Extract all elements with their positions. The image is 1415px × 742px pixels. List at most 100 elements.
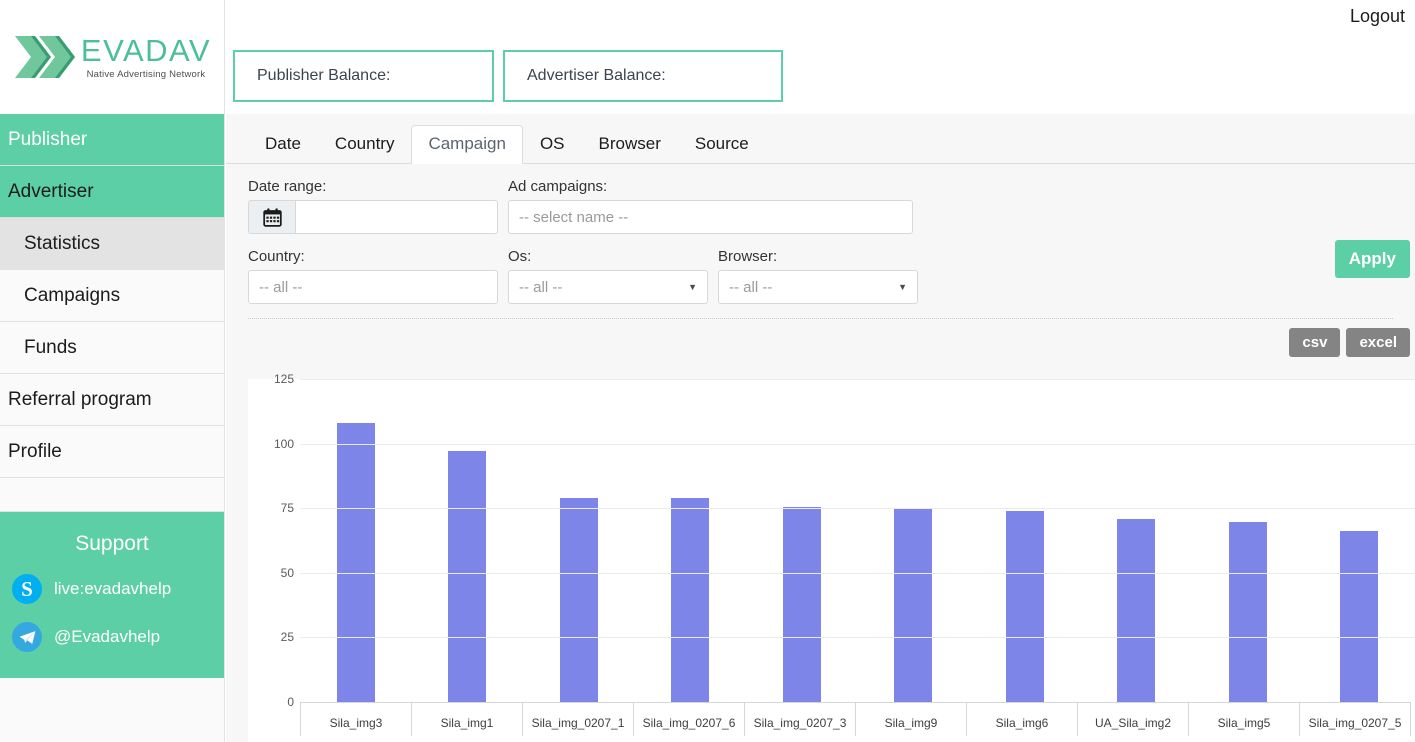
sidebar-item-profile[interactable]: Profile: [0, 426, 224, 478]
date-range-label: Date range:: [248, 178, 327, 195]
chart-x-tick: Sila_img_0207_5: [1299, 702, 1411, 736]
support-panel: Support S live:evadavhelp @Evadavhelp: [0, 512, 224, 678]
chart-x-tick: Sila_img1: [411, 702, 522, 736]
chart-bar-cell: [300, 379, 412, 702]
chart-bar-cell: [858, 379, 970, 702]
chart-x-axis: Sila_img3 Sila_img1 Sila_img_0207_1 Sila_im…: [300, 702, 1411, 736]
chevron-logo-icon: [13, 30, 75, 84]
sidebar-item-advertiser[interactable]: Advertiser: [0, 166, 224, 218]
publisher-balance-box[interactable]: Publisher Balance:: [233, 50, 494, 102]
country-group: Country: -- all --: [248, 248, 498, 304]
country-value: -- all --: [259, 278, 303, 296]
statistics-tabs: Date Country Campaign OS Browser Source: [226, 114, 1415, 164]
ad-campaigns-label: Ad campaigns:: [508, 178, 608, 195]
os-select[interactable]: -- all -- ▼: [508, 270, 708, 304]
chevron-down-icon: ▼: [688, 282, 697, 292]
browser-group: Browser: -- all -- ▼: [718, 248, 918, 304]
chart-bar-cell: [412, 379, 524, 702]
logout-link[interactable]: Logout: [1350, 6, 1405, 27]
chart-y-tick: 25: [280, 630, 294, 645]
sidebar-item-publisher[interactable]: Publisher: [0, 114, 224, 166]
chart-bar-cell: [635, 379, 747, 702]
support-telegram-label: @Evadavhelp: [54, 627, 161, 646]
support-telegram-row[interactable]: @Evadavhelp: [0, 622, 224, 652]
chart-bar[interactable]: [1228, 522, 1267, 702]
browser-select[interactable]: -- all -- ▼: [718, 270, 918, 304]
chart-gridline: [300, 379, 1415, 380]
chart-x-tick: Sila_img6: [966, 702, 1077, 736]
chart-bar-cell: [746, 379, 858, 702]
chart-bar[interactable]: [1340, 531, 1379, 702]
chart-gridline: [300, 637, 1415, 639]
ad-campaigns-select[interactable]: -- select name --: [508, 200, 913, 234]
tab-os[interactable]: OS: [523, 125, 582, 164]
chart-bar[interactable]: [782, 506, 821, 702]
chart-gridline: [300, 508, 1415, 510]
campaign-bar-chart: 0 25 50 75 100 125 Sila_img3 Sila_img1 Sila_img…: [248, 372, 1415, 742]
chart-y-axis: 0 25 50 75 100 125: [248, 372, 294, 742]
chart-y-tick: 125: [273, 372, 294, 386]
ad-campaigns-value: -- select name --: [519, 208, 629, 226]
date-range-group: Date range:: [248, 178, 498, 234]
chart-x-tick: Sila_img3: [300, 702, 411, 736]
apply-button[interactable]: Apply: [1334, 240, 1410, 278]
export-buttons: csv excel: [226, 319, 1415, 357]
chevron-down-icon: ▼: [898, 282, 907, 292]
sidebar: EVADAV Native Advertising Network Publis…: [0, 0, 225, 742]
chart-y-tick: 50: [280, 565, 294, 580]
skype-icon: S: [12, 574, 42, 604]
chart-bars: [300, 379, 1415, 702]
support-skype-row[interactable]: S live:evadavhelp: [0, 574, 224, 604]
brand-logo[interactable]: EVADAV Native Advertising Network: [0, 0, 224, 114]
filters-form: Date range: Ad campaigns: -- select name…: [226, 164, 1415, 304]
tab-campaign[interactable]: Campaign: [411, 125, 523, 164]
chart-bar[interactable]: [336, 422, 375, 702]
chart-bar[interactable]: [1005, 510, 1044, 702]
chart-y-tick: 75: [280, 501, 294, 516]
chart-x-tick: UA_Sila_img2: [1077, 702, 1188, 736]
brand-tagline: Native Advertising Network: [86, 68, 206, 80]
sidebar-item-statistics[interactable]: Statistics: [0, 218, 224, 270]
advertiser-balance-box[interactable]: Advertiser Balance:: [503, 50, 783, 102]
os-label: Os:: [508, 248, 532, 265]
filters-row-2: Country: -- all -- Os: -- all -- ▼ Brows…: [248, 248, 1393, 304]
calendar-icon[interactable]: [248, 200, 295, 234]
chart-bar-cell: [523, 379, 635, 702]
support-skype-label: live:evadavhelp: [54, 579, 172, 598]
browser-value: -- all --: [729, 278, 773, 296]
date-range-control[interactable]: [248, 200, 498, 234]
sidebar-spacer: [0, 478, 224, 512]
tab-country[interactable]: Country: [318, 125, 412, 164]
chart-bar-cell: [1192, 379, 1304, 702]
chart-bar[interactable]: [1117, 518, 1156, 702]
chart-x-tick: Sila_img_0207_6: [633, 702, 744, 736]
chart-bar[interactable]: [448, 451, 487, 702]
tab-date[interactable]: Date: [248, 125, 318, 164]
browser-label: Browser:: [718, 248, 778, 265]
chart-bar[interactable]: [559, 497, 598, 702]
page-root: EVADAV Native Advertising Network Publis…: [0, 0, 1415, 742]
chart-x-tick: Sila_img9: [855, 702, 966, 736]
chart-y-tick: 0: [287, 695, 294, 709]
chart-bar[interactable]: [894, 508, 933, 702]
tab-source[interactable]: Source: [678, 125, 766, 164]
sidebar-item-referral-program[interactable]: Referral program: [0, 374, 224, 426]
date-range-input[interactable]: [295, 200, 498, 234]
ad-campaigns-group: Ad campaigns: -- select name --: [508, 178, 913, 234]
tab-browser[interactable]: Browser: [582, 125, 678, 164]
sidebar-item-funds[interactable]: Funds: [0, 322, 224, 374]
chart-bar[interactable]: [671, 497, 710, 702]
sidebar-item-campaigns[interactable]: Campaigns: [0, 270, 224, 322]
chart-x-tick: Sila_img_0207_1: [522, 702, 633, 736]
support-title: Support: [75, 532, 149, 555]
advertiser-balance-label: Advertiser Balance:: [527, 67, 666, 84]
chart-x-tick: Sila_img5: [1188, 702, 1299, 736]
chart-gridline: [300, 443, 1415, 445]
balance-boxes: Publisher Balance: Advertiser Balance:: [233, 50, 783, 102]
export-excel-button[interactable]: excel: [1346, 328, 1410, 357]
brand-name: EVADAV: [80, 32, 212, 68]
country-select[interactable]: -- all --: [248, 270, 498, 304]
export-csv-button[interactable]: csv: [1289, 328, 1341, 357]
os-group: Os: -- all -- ▼: [508, 248, 708, 304]
publisher-balance-label: Publisher Balance:: [257, 67, 391, 84]
